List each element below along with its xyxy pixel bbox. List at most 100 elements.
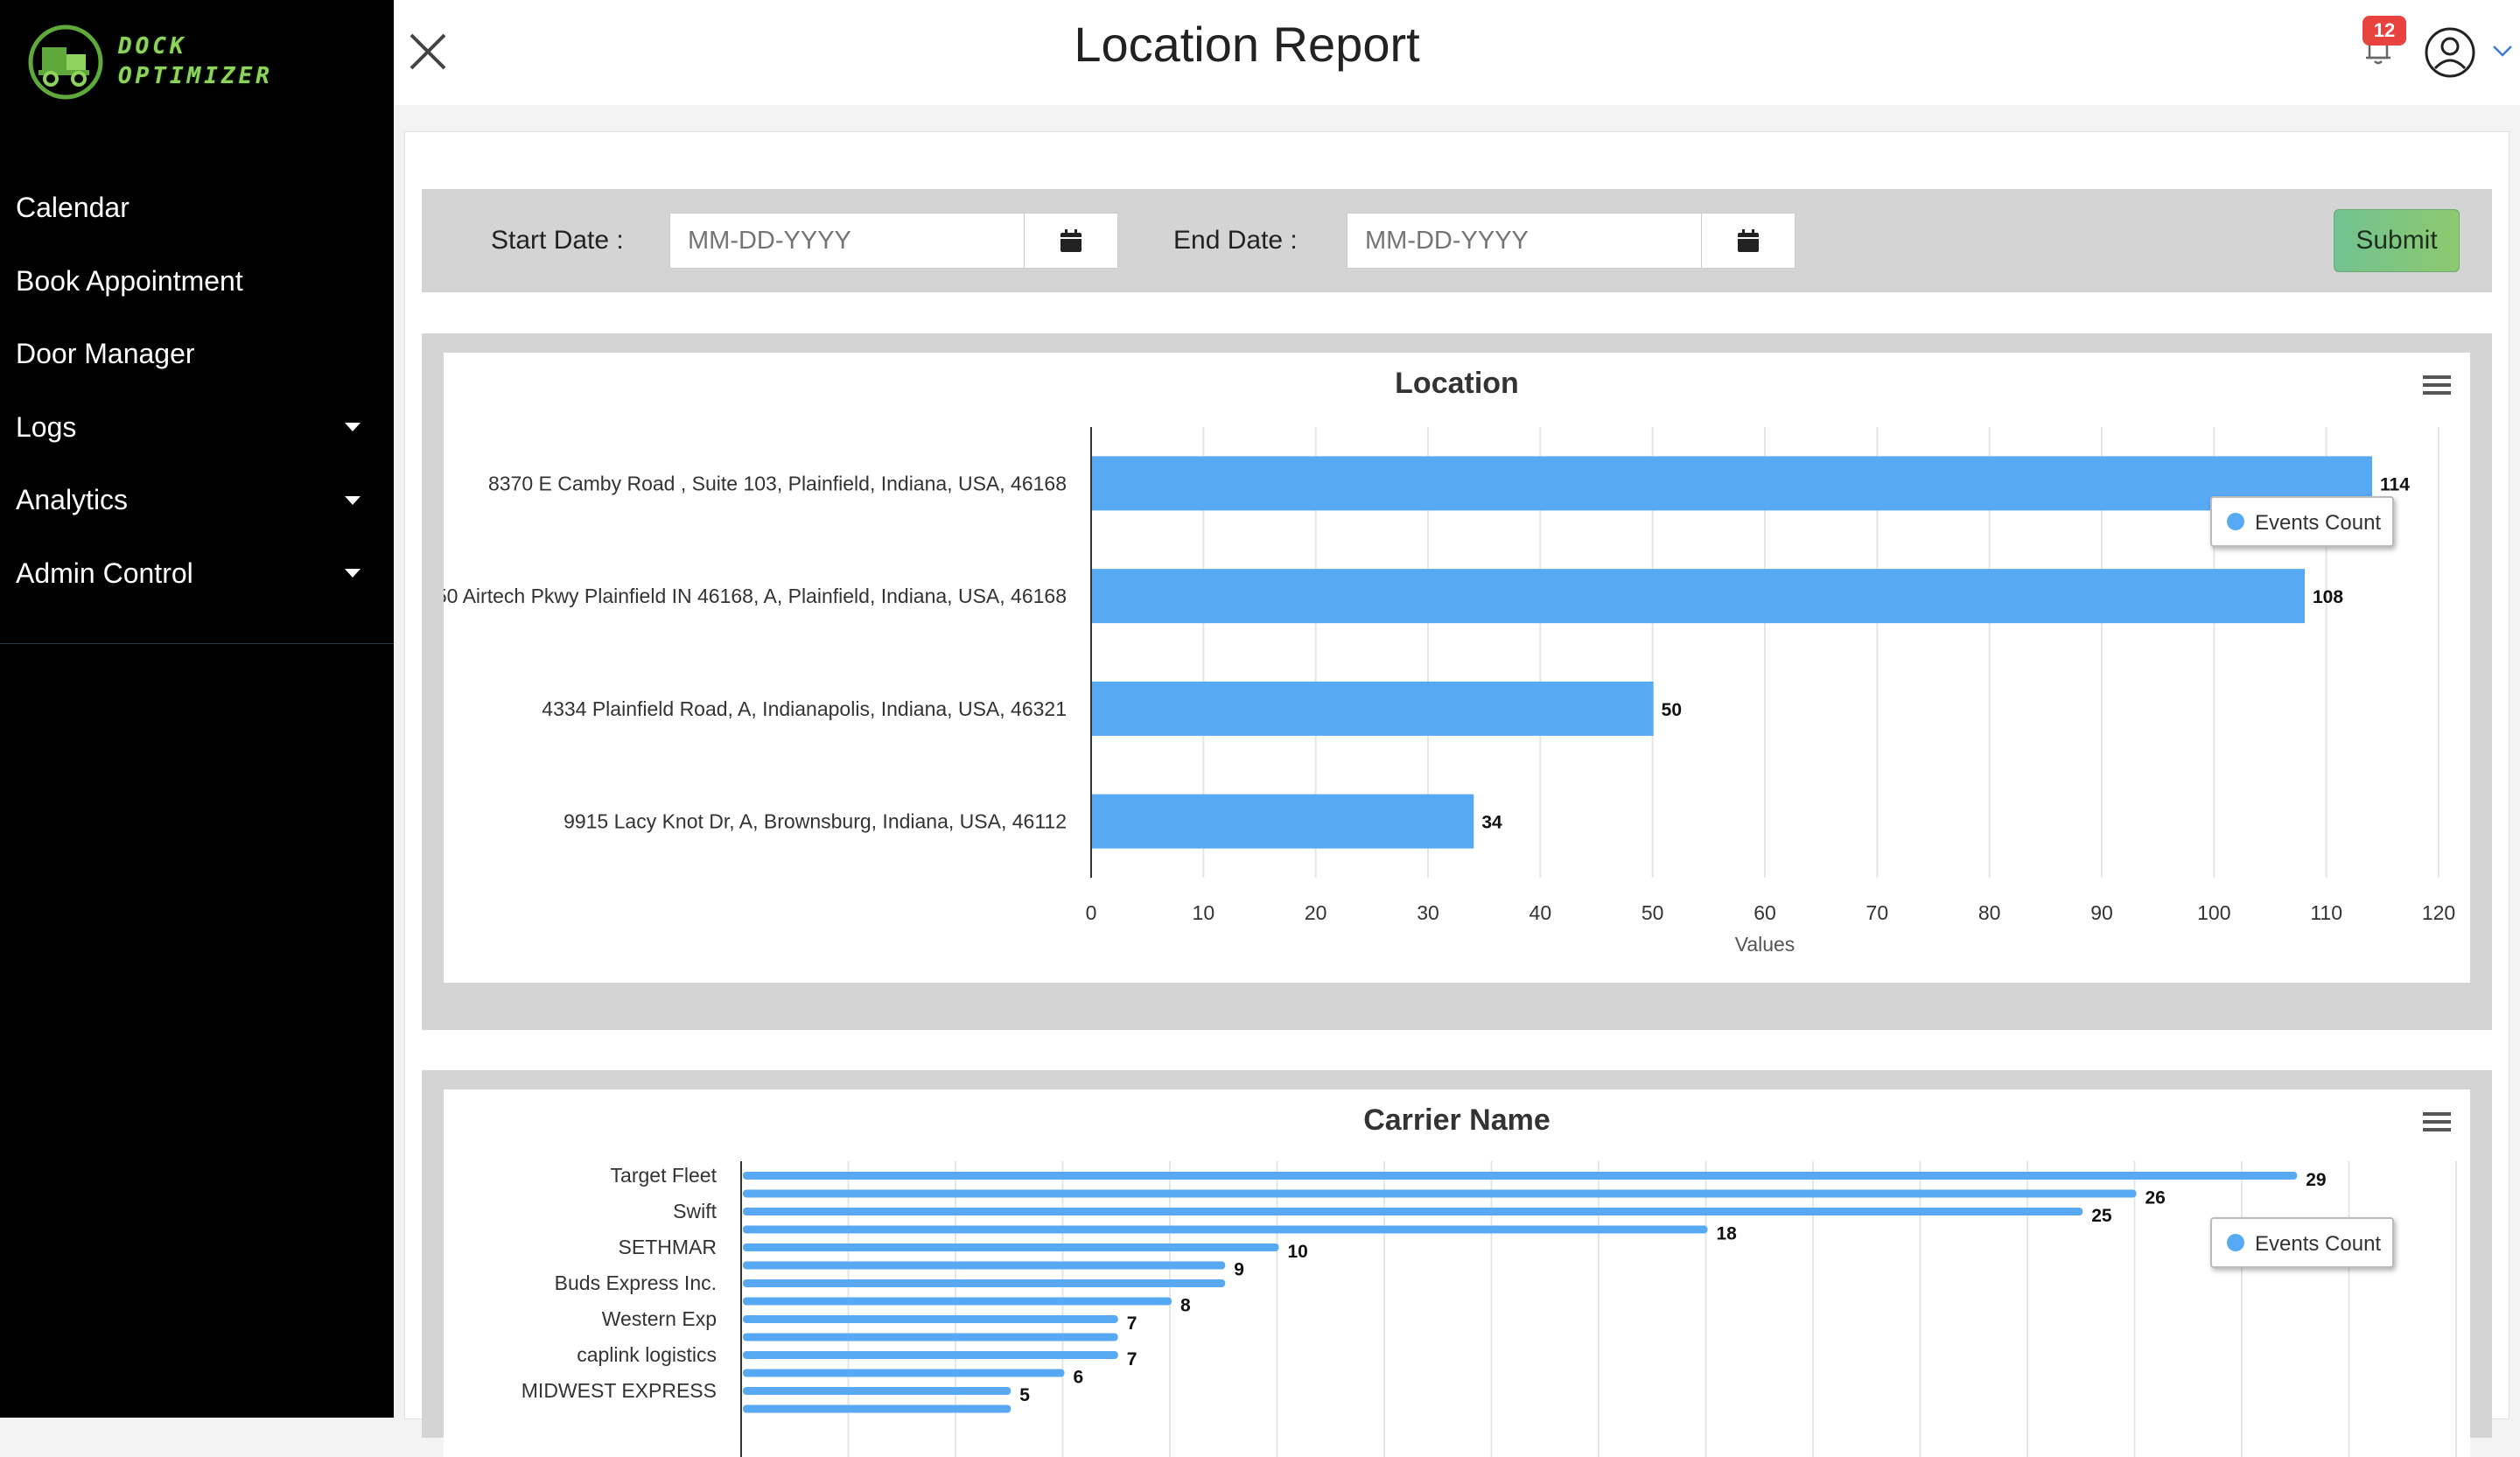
start-date-label: Start Date : <box>491 226 624 255</box>
report-content: Start Date : End Date : Submit Location <box>404 131 2510 1457</box>
chevron-down-icon[interactable] <box>2492 44 2513 58</box>
tick-label: 80 <box>1978 901 2001 924</box>
top-header: Location Report 12 <box>394 0 2520 105</box>
notification-badge[interactable]: 12 <box>2362 16 2406 46</box>
bar <box>743 1351 1118 1359</box>
carrier-chart-card: Carrier Name 29 Target Fleet 26 25 Swift 18 10… <box>444 1089 2470 1457</box>
data-label: 8 <box>1180 1296 1191 1316</box>
end-date-label: End Date : <box>1173 226 1298 255</box>
data-label: 5 <box>1019 1385 1030 1405</box>
caret-down-icon <box>345 495 360 505</box>
start-date-picker-button[interactable] <box>1024 213 1118 269</box>
data-label: 18 <box>1717 1224 1738 1244</box>
tick-label: 50 <box>1642 901 1664 924</box>
date-filter-bar: Start Date : End Date : Submit <box>422 189 2492 292</box>
tick-label: 90 <box>2090 901 2113 924</box>
bar <box>743 1189 2137 1198</box>
tick-label: 60 <box>1754 901 1776 924</box>
data-label: 114 <box>2380 474 2410 494</box>
dock-optimizer-logo[interactable]: DOCK OPTIMIZER <box>26 23 306 102</box>
logo-text-line1: DOCK <box>118 33 187 60</box>
location-chart-panel: Location 0 10 20 30 40 50 60 70 80 90 100 110 120 Val… <box>422 333 2492 1030</box>
bar <box>743 1261 1226 1270</box>
category-label: 450 Airtech Pkwy Plainfield IN 46168, A,… <box>444 585 1067 607</box>
bar <box>743 1297 1172 1306</box>
data-label: 7 <box>1127 1313 1138 1334</box>
legend-label: Events Count <box>2255 511 2381 535</box>
end-date-input[interactable] <box>1347 213 1702 269</box>
category-label: 8370 E Camby Road , Suite 103, Plainfiel… <box>488 472 1067 494</box>
sidebar-item-label: Logs <box>16 410 77 443</box>
caret-down-icon <box>345 569 360 578</box>
sidebar-item-calendar[interactable]: Calendar <box>0 172 394 245</box>
sidebar-item-label: Calendar <box>16 192 130 224</box>
location-chart-card: Location 0 10 20 30 40 50 60 70 80 90 100 110 120 Val… <box>444 353 2470 983</box>
category-label: 4334 Plainfield Road, A, Indianapolis, I… <box>542 697 1067 720</box>
category-label: SETHMAR <box>619 1236 717 1258</box>
caret-down-icon <box>345 423 360 432</box>
bar <box>1092 681 1654 736</box>
page-title: Location Report <box>1074 17 1420 72</box>
sidebar-divider <box>0 643 394 644</box>
bar <box>743 1225 1708 1234</box>
bar <box>743 1387 1012 1395</box>
data-label: 10 <box>1288 1242 1308 1262</box>
tick-label: 120 <box>2422 901 2455 924</box>
bar <box>743 1369 1065 1377</box>
data-label: 26 <box>2146 1188 2166 1208</box>
user-avatar-icon[interactable] <box>2424 26 2476 79</box>
bar <box>743 1172 2298 1180</box>
calendar-icon <box>1738 229 1759 252</box>
submit-button[interactable]: Submit <box>2334 209 2460 272</box>
bar <box>1092 456 2372 511</box>
tick-label: 20 <box>1305 901 1327 924</box>
bar <box>743 1315 1118 1323</box>
calendar-icon <box>1060 229 1082 252</box>
sidebar-item-analytics[interactable]: Analytics <box>0 464 394 537</box>
category-label: MIDWEST EXPRESS <box>522 1379 717 1402</box>
data-label: 25 <box>2091 1206 2112 1226</box>
data-label: 34 <box>1481 813 1502 833</box>
data-label: 9 <box>1234 1260 1244 1280</box>
data-label: 7 <box>1127 1349 1138 1369</box>
x-axis-label: Values <box>1735 933 1796 956</box>
bar <box>743 1243 1279 1251</box>
tick-label: 40 <box>1530 901 1552 924</box>
bar <box>743 1279 1226 1287</box>
data-label: 50 <box>1662 700 1682 720</box>
data-label: 6 <box>1074 1368 1084 1388</box>
location-bar-chart: 0 10 20 30 40 50 60 70 80 90 100 110 120 Values 114 837… <box>444 427 2455 956</box>
data-label: 108 <box>2313 587 2343 607</box>
bar <box>743 1208 2083 1215</box>
sidebar-item-label: Analytics <box>16 484 129 516</box>
legend-label: Events Count <box>2255 1232 2381 1256</box>
category-label: 9915 Lacy Knot Dr, A, Brownsburg, Indian… <box>564 810 1067 833</box>
tick-label: 10 <box>1193 901 1215 924</box>
category-label: Target Fleet <box>611 1164 718 1187</box>
carrier-chart-panel: Carrier Name 29 Target Fleet 26 25 Swift 18 10… <box>422 1070 2492 1457</box>
truck-logo-icon <box>28 25 103 100</box>
category-label: Swift <box>673 1200 717 1222</box>
category-label: Western Exp <box>602 1307 717 1330</box>
sidebar-nav: Calendar Book Appointment Door Manager L… <box>0 172 394 610</box>
sidebar-item-admin-control[interactable]: Admin Control <box>0 537 394 611</box>
end-date-picker-button[interactable] <box>1701 213 1796 269</box>
sidebar-item-door-manager[interactable]: Door Manager <box>0 318 394 391</box>
bar <box>1092 794 1474 849</box>
bar <box>1092 569 2305 624</box>
legend-marker <box>2227 513 2244 530</box>
tick-label: 0 <box>1086 901 1097 924</box>
start-date-input[interactable] <box>669 213 1025 269</box>
sidebar-item-logs[interactable]: Logs <box>0 391 394 465</box>
category-label: Buds Express Inc. <box>555 1271 717 1294</box>
tick-label: 100 <box>2197 901 2230 924</box>
logo-text-line2: OPTIMIZER <box>118 63 273 89</box>
sidebar-item-label: Door Manager <box>16 338 195 370</box>
tick-label: 110 <box>2310 901 2342 924</box>
sidebar-item-book-appointment[interactable]: Book Appointment <box>0 245 394 319</box>
tick-label: 30 <box>1417 901 1439 924</box>
legend-marker <box>2227 1234 2244 1251</box>
tick-label: 70 <box>1866 901 1889 924</box>
sidebar-item-label: Admin Control <box>16 557 193 589</box>
sidebar: DOCK OPTIMIZER Calendar Book Appointment… <box>0 0 394 1418</box>
